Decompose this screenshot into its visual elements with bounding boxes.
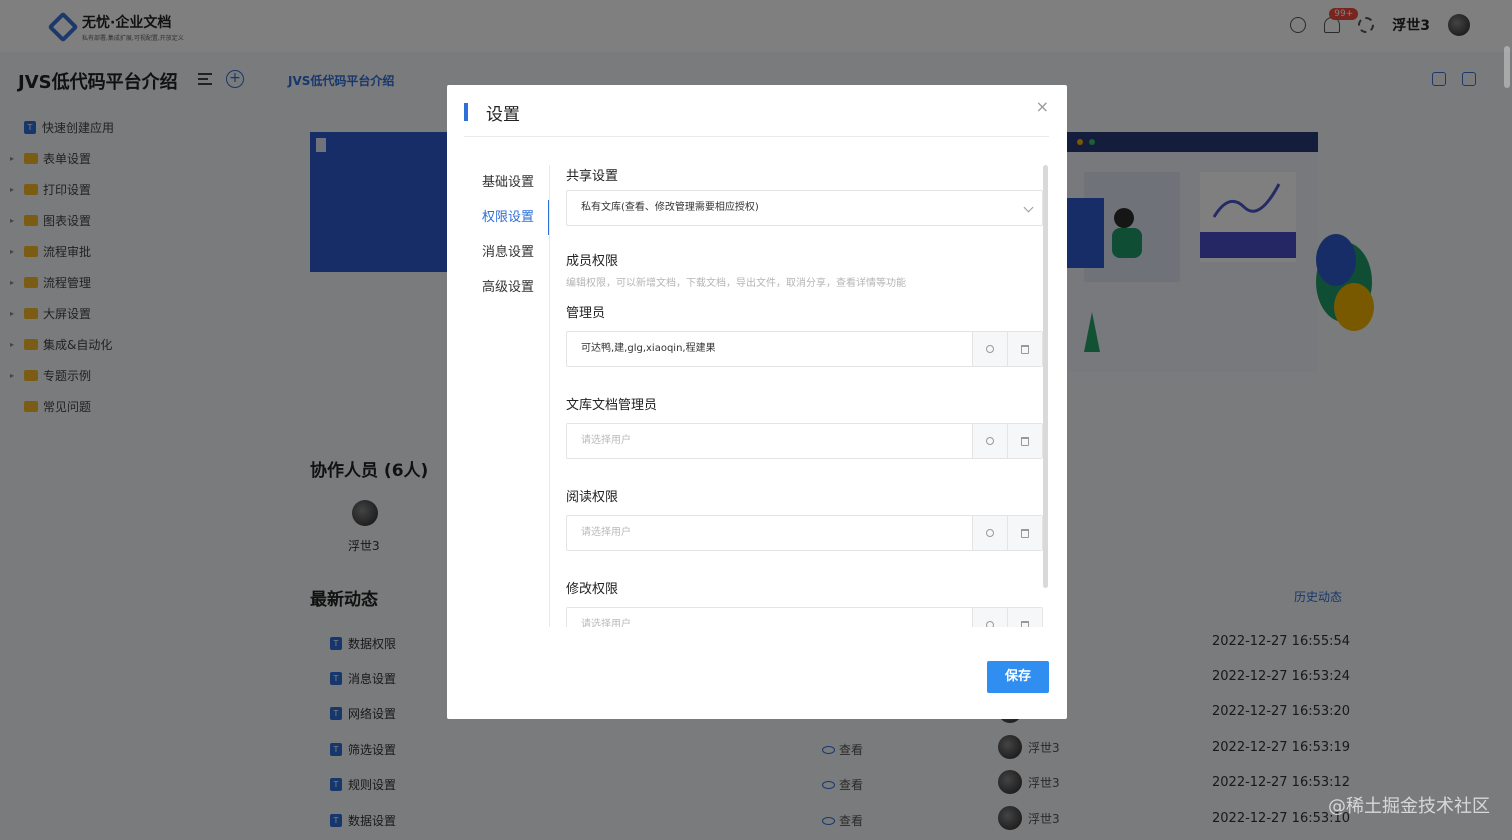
search-icon — [986, 437, 994, 445]
dialog-title: 设置 — [486, 104, 520, 125]
trash-icon — [1021, 620, 1029, 627]
admin-user-picker[interactable]: 可达鸭,建,glg,xiaoqin,程建果 — [566, 331, 1043, 367]
tab-permission-settings[interactable]: 权限设置 — [464, 200, 550, 235]
admin-clear-button[interactable] — [1007, 332, 1042, 366]
admin-users-value[interactable]: 可达鸭,建,glg,xiaoqin,程建果 — [567, 332, 972, 366]
divider — [464, 136, 1049, 137]
doc-admin-search-button[interactable] — [972, 424, 1007, 458]
edit-input[interactable]: 请选择用户 — [567, 608, 972, 627]
save-button[interactable]: 保存 — [987, 661, 1049, 693]
admin-search-button[interactable] — [972, 332, 1007, 366]
read-clear-button[interactable] — [1007, 516, 1042, 550]
read-user-picker[interactable]: 请选择用户 — [566, 515, 1043, 551]
watermark: @稀土掘金技术社区 — [1328, 796, 1490, 817]
doc-admin-user-picker[interactable]: 请选择用户 — [566, 423, 1043, 459]
tab-basic-settings[interactable]: 基础设置 — [464, 165, 550, 200]
member-permission-label: 成员权限 — [566, 254, 619, 269]
read-input[interactable]: 请选择用户 — [567, 516, 972, 550]
read-search-button[interactable] — [972, 516, 1007, 550]
search-icon — [986, 529, 994, 537]
search-icon — [986, 621, 994, 627]
edit-clear-button[interactable] — [1007, 608, 1042, 627]
trash-icon — [1021, 528, 1029, 538]
tab-message-settings[interactable]: 消息设置 — [464, 235, 550, 270]
settings-dialog: 设置 × 基础设置 权限设置 消息设置 高级设置 共享设置 私有文库(查看、修改… — [447, 85, 1067, 719]
dialog-scrollbar[interactable] — [1043, 165, 1048, 588]
page-scrollbar[interactable] — [1504, 46, 1510, 88]
doc-admin-input[interactable]: 请选择用户 — [567, 424, 972, 458]
read-permission-label: 阅读权限 — [566, 490, 619, 505]
nav-divider — [549, 165, 550, 627]
admin-label: 管理员 — [566, 306, 606, 321]
search-icon — [986, 345, 994, 353]
share-settings-label: 共享设置 — [566, 169, 619, 184]
trash-icon — [1021, 436, 1029, 446]
member-permission-desc: 编辑权限，可以新增文档，下载文档，导出文件，取消分享，查看详情等功能 — [566, 278, 906, 289]
doc-admin-clear-button[interactable] — [1007, 424, 1042, 458]
permission-panel: 共享设置 私有文库(查看、修改管理需要相应授权) 成员权限 编辑权限，可以新增文… — [566, 165, 1043, 627]
edit-search-button[interactable] — [972, 608, 1007, 627]
title-accent-bar — [464, 103, 468, 121]
share-mode-value: 私有文库(查看、修改管理需要相应授权) — [581, 202, 759, 213]
settings-nav: 基础设置 权限设置 消息设置 高级设置 — [464, 165, 550, 305]
tab-advanced-settings[interactable]: 高级设置 — [464, 270, 550, 305]
edit-user-picker[interactable]: 请选择用户 — [566, 607, 1043, 627]
close-icon[interactable]: × — [1036, 97, 1049, 116]
doc-admin-label: 文库文档管理员 — [566, 398, 658, 413]
trash-icon — [1021, 344, 1029, 354]
edit-permission-label: 修改权限 — [566, 582, 619, 597]
chevron-down-icon — [1023, 202, 1034, 213]
share-mode-select[interactable]: 私有文库(查看、修改管理需要相应授权) — [566, 190, 1043, 226]
